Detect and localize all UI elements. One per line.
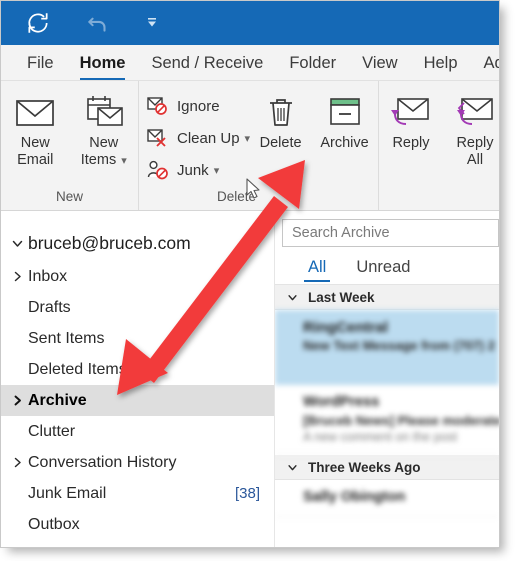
- sidebar-item-inbox[interactable]: Inbox: [1, 261, 274, 292]
- folder-sidebar: bruceb@bruceb.com Inbox Drafts Sent Item…: [1, 211, 275, 547]
- sidebar-item-conversation-history[interactable]: Conversation History: [1, 447, 274, 478]
- group-header-label: Three Weeks Ago: [308, 459, 421, 475]
- archive-button[interactable]: Archive: [311, 88, 378, 152]
- tab-send-receive[interactable]: Send / Receive: [138, 45, 276, 75]
- tab-addins[interactable]: Ad: [471, 45, 499, 75]
- delete-label: Delete: [259, 135, 302, 151]
- reply-all-icon: [454, 92, 496, 132]
- sidebar-item-label: Junk Email: [28, 484, 107, 502]
- group-header-label: Last Week: [308, 289, 375, 305]
- ribbon: New Email New Items ▾ New Ignore Clean U…: [1, 81, 499, 211]
- ignore-button[interactable]: Ignore: [139, 90, 250, 122]
- reply-button[interactable]: Reply: [379, 88, 443, 152]
- mouse-cursor-icon: [246, 178, 262, 200]
- tab-folder[interactable]: Folder: [276, 45, 349, 75]
- ribbon-group-new: New Email New Items ▾ New: [1, 81, 138, 210]
- sidebar-item-label: Archive: [28, 391, 87, 409]
- tab-file[interactable]: File: [14, 45, 67, 75]
- main-area: bruceb@bruceb.com Inbox Drafts Sent Item…: [1, 211, 499, 547]
- outlook-screenshot: File Home Send / Receive Folder View Hel…: [0, 0, 515, 561]
- chevron-right-icon[interactable]: [11, 270, 28, 283]
- sidebar-item-drafts[interactable]: Drafts: [1, 292, 274, 323]
- sidebar-item-label: Conversation History: [28, 453, 177, 471]
- sidebar-item-label: Clutter: [28, 422, 76, 440]
- message-subject: New Text Message from (707) 2: [303, 338, 495, 353]
- sidebar-item-label: Sent Items: [28, 329, 105, 347]
- ribbon-tab-bar: File Home Send / Receive Folder View Hel…: [1, 45, 499, 81]
- sidebar-item-label: Inbox: [28, 267, 68, 285]
- message-subject: [Bruceb News] Please moderate: [303, 413, 499, 428]
- new-email-button[interactable]: New Email: [1, 88, 70, 169]
- sidebar-item-label: Outbox: [28, 515, 80, 533]
- ignore-label: Ignore: [177, 97, 220, 115]
- sidebar-item-outbox[interactable]: Outbox: [1, 509, 274, 540]
- filter-unread[interactable]: Unread: [350, 258, 416, 284]
- dropdown-caret-icon[interactable]: [146, 18, 158, 28]
- calendar-envelope-icon: [82, 92, 126, 132]
- group-header-last-week[interactable]: Last Week: [275, 285, 499, 310]
- message-list-pane: Search Archive All Unread Last Week Ring…: [275, 211, 499, 547]
- message-filter-tabs: All Unread: [275, 247, 499, 285]
- sidebar-item-clutter[interactable]: Clutter: [1, 416, 274, 447]
- sidebar-item-junk-email[interactable]: Junk Email [38]: [1, 478, 274, 509]
- message-list-item[interactable]: Sally Obington: [275, 480, 499, 517]
- reply-icon: [390, 92, 432, 132]
- message-sender: RingCentral: [303, 319, 389, 336]
- junk-caret-icon[interactable]: ▾: [214, 164, 220, 177]
- new-email-label: New Email: [17, 135, 54, 168]
- reply-label: Reply: [392, 135, 430, 151]
- chevron-right-icon[interactable]: [11, 394, 28, 407]
- message-sender: WordPress: [303, 394, 380, 410]
- sidebar-item-archive[interactable]: Archive: [1, 385, 274, 416]
- ignore-icon: [147, 96, 175, 116]
- ribbon-group-respond: Reply Reply All: [378, 81, 499, 210]
- filter-all[interactable]: All: [302, 258, 332, 284]
- message-list-item[interactable]: WordPress [Bruceb News] Please moderate …: [275, 385, 499, 455]
- group-header-three-weeks-ago[interactable]: Three Weeks Ago: [275, 455, 499, 480]
- reply-all-button[interactable]: Reply All: [443, 88, 499, 169]
- outlook-window: File Home Send / Receive Folder View Hel…: [0, 0, 500, 548]
- envelope-icon: [13, 92, 57, 132]
- cleanup-icon: [147, 128, 175, 148]
- title-bar: [1, 1, 499, 45]
- chevron-right-icon[interactable]: [11, 456, 28, 469]
- new-items-label: New Items ▾: [80, 135, 127, 168]
- reply-all-label: Reply All: [456, 135, 494, 168]
- delete-button[interactable]: Delete: [250, 88, 311, 152]
- sidebar-account-label: bruceb@bruceb.com: [28, 232, 191, 253]
- sidebar-item-deleted-items[interactable]: Deleted Items: [1, 354, 274, 385]
- sync-icon[interactable]: [25, 10, 51, 36]
- sidebar-item-sent-items[interactable]: Sent Items: [1, 323, 274, 354]
- junk-email-count: [38]: [234, 485, 260, 502]
- sidebar-item-label: Deleted Items: [28, 360, 127, 378]
- sidebar-account-row[interactable]: bruceb@bruceb.com: [1, 225, 274, 261]
- message-preview: A new comment on the post: [303, 430, 458, 444]
- chevron-down-icon[interactable]: [287, 462, 298, 473]
- clean-up-button[interactable]: Clean Up ▾: [139, 122, 250, 154]
- tab-home[interactable]: Home: [67, 45, 139, 80]
- sidebar-item-label: Drafts: [28, 298, 71, 316]
- tab-help[interactable]: Help: [411, 45, 471, 75]
- clean-up-label: Clean Up: [177, 129, 240, 147]
- chevron-down-icon[interactable]: [11, 237, 28, 250]
- trash-icon: [264, 92, 298, 132]
- junk-person-icon: [147, 160, 175, 180]
- tab-view[interactable]: View: [349, 45, 410, 75]
- junk-button[interactable]: Junk ▾: [139, 154, 250, 186]
- message-list-item[interactable]: RingCentral New Text Message from (707) …: [275, 310, 499, 385]
- undo-icon[interactable]: [85, 10, 111, 36]
- chevron-down-icon[interactable]: [287, 292, 298, 303]
- search-placeholder: Search Archive: [292, 225, 390, 241]
- archive-box-icon: [326, 92, 364, 132]
- message-sender: Sally Obington: [303, 489, 406, 505]
- new-items-button[interactable]: New Items ▾: [70, 88, 139, 170]
- search-input[interactable]: Search Archive: [282, 219, 499, 247]
- ribbon-group-new-label: New: [55, 189, 83, 204]
- archive-label: Archive: [320, 135, 369, 151]
- junk-label: Junk: [177, 161, 209, 179]
